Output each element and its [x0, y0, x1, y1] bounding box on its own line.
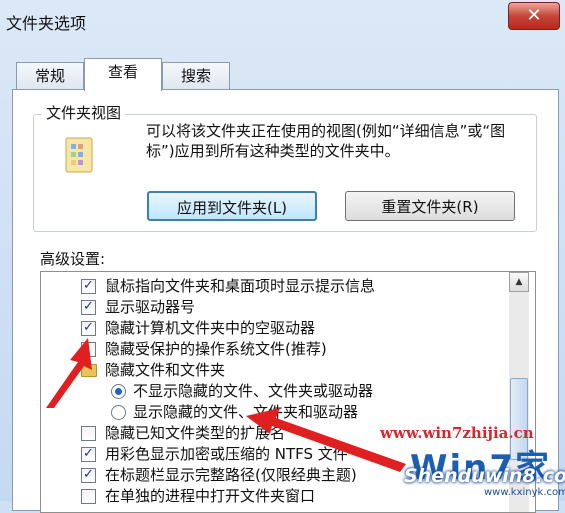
checkbox[interactable]	[81, 276, 96, 296]
checkbox[interactable]	[81, 444, 96, 464]
checkbox[interactable]	[81, 426, 96, 441]
checkbox[interactable]	[81, 297, 96, 317]
apply-to-folders-button[interactable]: 应用到文件夹(L)	[147, 191, 317, 221]
checkbox[interactable]	[81, 342, 96, 357]
close-button[interactable]: ✕	[508, 2, 560, 30]
tab-general[interactable]: 常规	[16, 62, 84, 89]
tab-search[interactable]: 搜索	[162, 62, 230, 89]
folder-icon	[81, 364, 97, 377]
watermark-brand: Shenduwin8.com	[404, 465, 565, 487]
window-title: 文件夹选项	[6, 14, 87, 33]
folder-view-description: 可以将该文件夹正在使用的视图(例如“详细信息”或“图标”)应用到所有这种类型的文…	[146, 122, 506, 160]
checkbox[interactable]	[81, 465, 96, 485]
folder-view-icon	[65, 137, 93, 173]
watermark-small: www.kxinyk.com	[484, 487, 565, 498]
scroll-up-icon[interactable]: ▲	[509, 272, 529, 292]
advanced-settings-label: 高级设置:	[40, 250, 106, 268]
title-bar[interactable]: 文件夹选项 ✕	[0, 0, 565, 40]
tab-view[interactable]: 查看	[84, 58, 162, 91]
folder-view-label: 文件夹视图	[42, 102, 126, 123]
reset-folders-button[interactable]: 重置文件夹(R)	[345, 191, 515, 221]
folder-options-window: 文件夹选项 ✕ 常规 查看 搜索 文件夹视图 可以将该文件夹正在使用的视图(例如…	[0, 0, 565, 513]
radio-button[interactable]	[111, 405, 126, 420]
checkbox[interactable]	[81, 489, 96, 504]
checkbox[interactable]	[81, 318, 96, 338]
radio-button[interactable]	[111, 384, 126, 399]
